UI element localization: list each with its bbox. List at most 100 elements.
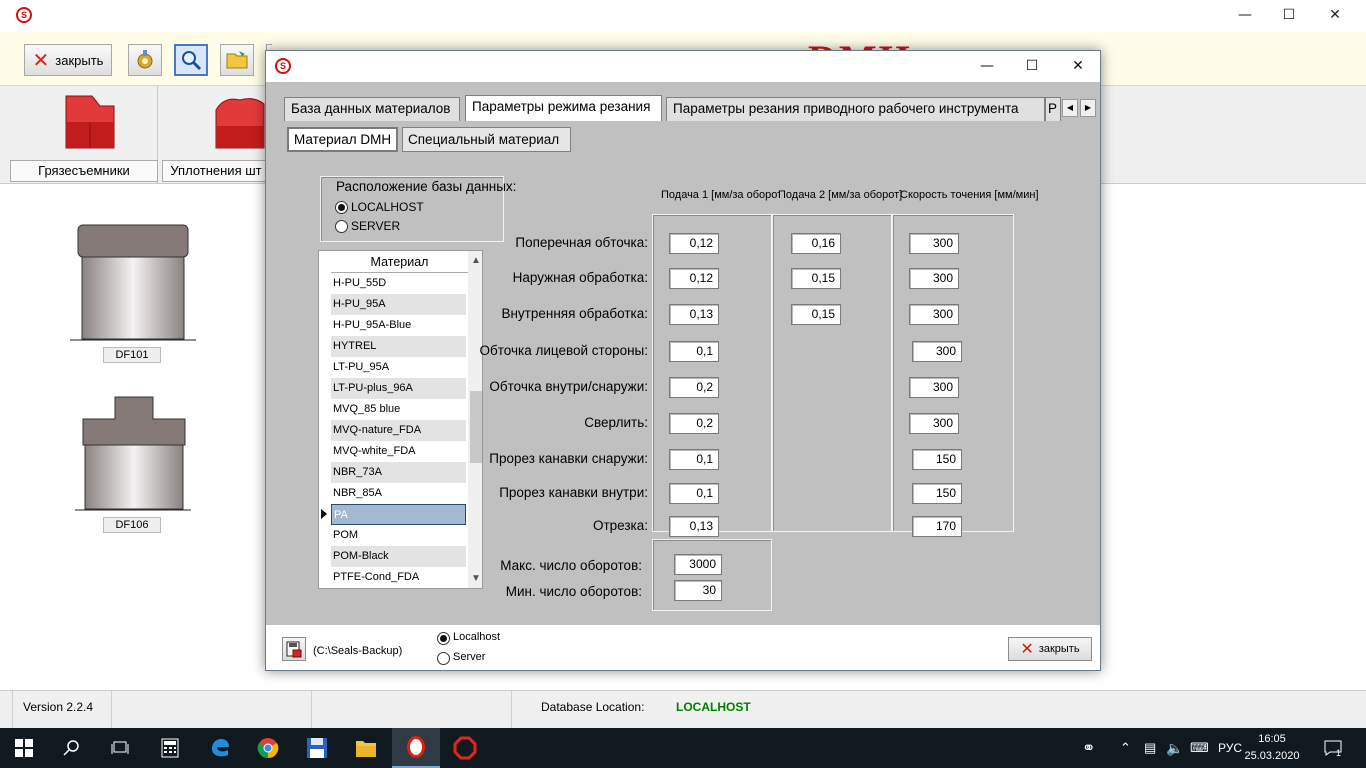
- feed1-input[interactable]: 0,2: [669, 413, 719, 434]
- search-icon: [182, 51, 202, 71]
- dialog-close-bottom-button[interactable]: ✕ закрыть: [1008, 637, 1092, 661]
- feed2-column-header: Подача 2 [мм/за оборот]: [778, 189, 903, 201]
- backup-button[interactable]: [282, 637, 306, 661]
- feed1-input[interactable]: 0,12: [669, 233, 719, 254]
- dialog-bottom-bar: (C:\Seals-Backup) Localhost Server ✕ зак…: [266, 625, 1100, 670]
- speed-input[interactable]: 300: [909, 413, 959, 434]
- clock[interactable]: 16:05 25.03.2020: [1240, 731, 1304, 765]
- octagon-stop-icon: [453, 736, 477, 760]
- language-indicator[interactable]: РУС: [1218, 728, 1242, 768]
- dialog-titlebar: S — ☐ ✕: [266, 51, 1100, 82]
- part-df101[interactable]: DF101: [70, 223, 196, 365]
- close-button[interactable]: ✕ закрыть: [24, 44, 112, 76]
- category-wipers[interactable]: Грязесъемники: [8, 86, 158, 184]
- part-label: DF106: [103, 517, 161, 533]
- feed2-input[interactable]: 0,15: [791, 268, 841, 289]
- min-rpm-input[interactable]: 30: [674, 580, 722, 601]
- feed1-input[interactable]: 0,13: [669, 304, 719, 325]
- operation-label: Внутренняя обработка:: [501, 306, 648, 321]
- speed-input[interactable]: 300: [909, 268, 959, 289]
- radio-backup-localhost[interactable]: [437, 632, 450, 645]
- people-icon[interactable]: ⚭: [1082, 728, 1095, 768]
- notification-center-button[interactable]: 1: [1324, 728, 1342, 768]
- speed-input[interactable]: 300: [909, 377, 959, 398]
- subtab-special-material[interactable]: Специальный материал: [402, 127, 571, 152]
- speed-input[interactable]: 300: [909, 233, 959, 254]
- radio-backup-server[interactable]: [437, 652, 450, 665]
- part-df106[interactable]: DF106: [75, 395, 191, 535]
- search-taskbar-button[interactable]: [48, 728, 96, 768]
- calculator-app[interactable]: [146, 728, 194, 768]
- speed-input[interactable]: 300: [909, 304, 959, 325]
- volume-icon[interactable]: 🔈: [1166, 728, 1183, 768]
- feed1-input[interactable]: 0,13: [669, 516, 719, 537]
- windows-logo-icon: [15, 739, 33, 757]
- feed1-input[interactable]: 0,1: [669, 449, 719, 470]
- radio-backup-server-label: Server: [453, 651, 486, 663]
- search-button[interactable]: [174, 44, 208, 76]
- keyboard-icon[interactable]: ⌨: [1190, 728, 1209, 768]
- dmh-seals-app[interactable]: [392, 728, 440, 768]
- speed-input[interactable]: 300: [912, 341, 962, 362]
- scroll-up-icon[interactable]: ▲: [468, 253, 482, 269]
- floppy-disk-icon: [307, 738, 327, 758]
- feed2-input[interactable]: 0,15: [791, 304, 841, 325]
- wiper-seal-icon: [65, 95, 115, 149]
- speed-column-header: Скорость точения [мм/мин]: [900, 189, 1039, 201]
- radio-localhost[interactable]: [335, 201, 348, 214]
- task-view-button[interactable]: [96, 728, 144, 768]
- cutting-parameters-dialog: S — ☐ ✕ База данных материалов Параметры…: [265, 50, 1101, 671]
- category-label: Грязесъемники: [10, 160, 158, 182]
- stop-app[interactable]: [441, 728, 489, 768]
- settings-button[interactable]: [128, 44, 162, 76]
- current-row-marker-icon: [321, 509, 327, 519]
- chrome-icon: [257, 738, 279, 759]
- operation-label: Наружная обработка:: [512, 270, 648, 285]
- category-label: Уплотнения шт: [162, 160, 270, 182]
- feed1-input[interactable]: 0,1: [669, 341, 719, 362]
- chevron-up-icon[interactable]: ⌃: [1120, 728, 1131, 768]
- feed2-input[interactable]: 0,16: [791, 233, 841, 254]
- feed1-column-header: Подача 1 [мм/за оборот]: [661, 189, 780, 201]
- operation-label: Поперечная обточка:: [515, 235, 648, 250]
- tab-materials-db[interactable]: База данных материалов: [284, 97, 460, 121]
- close-window-button[interactable]: ✕: [1312, 0, 1358, 30]
- file-explorer-app[interactable]: [342, 728, 390, 768]
- tab-more[interactable]: Р: [1045, 97, 1061, 121]
- material-row[interactable]: LT-PU_95A: [331, 357, 466, 378]
- feed1-input[interactable]: 0,12: [669, 268, 719, 289]
- tab-scroll-left-button[interactable]: ◀: [1062, 99, 1078, 117]
- min-rpm-label: Мин. число оборотов:: [505, 584, 642, 599]
- speed-input[interactable]: 150: [912, 483, 962, 504]
- feed1-input[interactable]: 0,2: [669, 377, 719, 398]
- operation-label: Прорез канавки внутри:: [499, 485, 648, 500]
- db-location-label: Database Location:: [541, 700, 645, 714]
- feed1-input[interactable]: 0,1: [669, 483, 719, 504]
- network-icon[interactable]: ▤: [1144, 728, 1156, 768]
- dialog-close-label: закрыть: [1038, 643, 1080, 655]
- save-app[interactable]: [293, 728, 341, 768]
- maximize-button[interactable]: ☐: [1266, 0, 1312, 30]
- part-label: DF101: [103, 347, 161, 363]
- part-df106-image: [75, 396, 191, 511]
- dialog-close-button[interactable]: ✕: [1055, 51, 1101, 81]
- dialog-minimize-button[interactable]: —: [964, 51, 1010, 81]
- feed2-group: [772, 214, 892, 532]
- subtab-dmh-material[interactable]: Материал DMH: [287, 127, 398, 152]
- dialog-maximize-button[interactable]: ☐: [1009, 51, 1055, 81]
- category-rod-seals[interactable]: Уплотнения шт: [158, 86, 270, 184]
- open-folder-button[interactable]: [220, 44, 254, 76]
- max-rpm-input[interactable]: 3000: [674, 554, 722, 575]
- edge-browser-app[interactable]: [196, 728, 244, 768]
- tab-cutting-mode[interactable]: Параметры режима резания: [465, 95, 662, 121]
- speed-input[interactable]: 170: [912, 516, 962, 537]
- radio-server[interactable]: [335, 220, 348, 233]
- minimize-button[interactable]: —: [1222, 0, 1268, 30]
- max-rpm-label: Макс. число оборотов:: [500, 558, 642, 573]
- speed-input[interactable]: 150: [912, 449, 962, 470]
- chrome-browser-app[interactable]: [244, 728, 292, 768]
- tab-scroll-right-button[interactable]: ▶: [1080, 99, 1096, 117]
- tab-driven-tool[interactable]: Параметры резания приводного рабочего ин…: [666, 97, 1045, 121]
- task-view-icon: [111, 741, 129, 754]
- start-button[interactable]: [0, 728, 48, 768]
